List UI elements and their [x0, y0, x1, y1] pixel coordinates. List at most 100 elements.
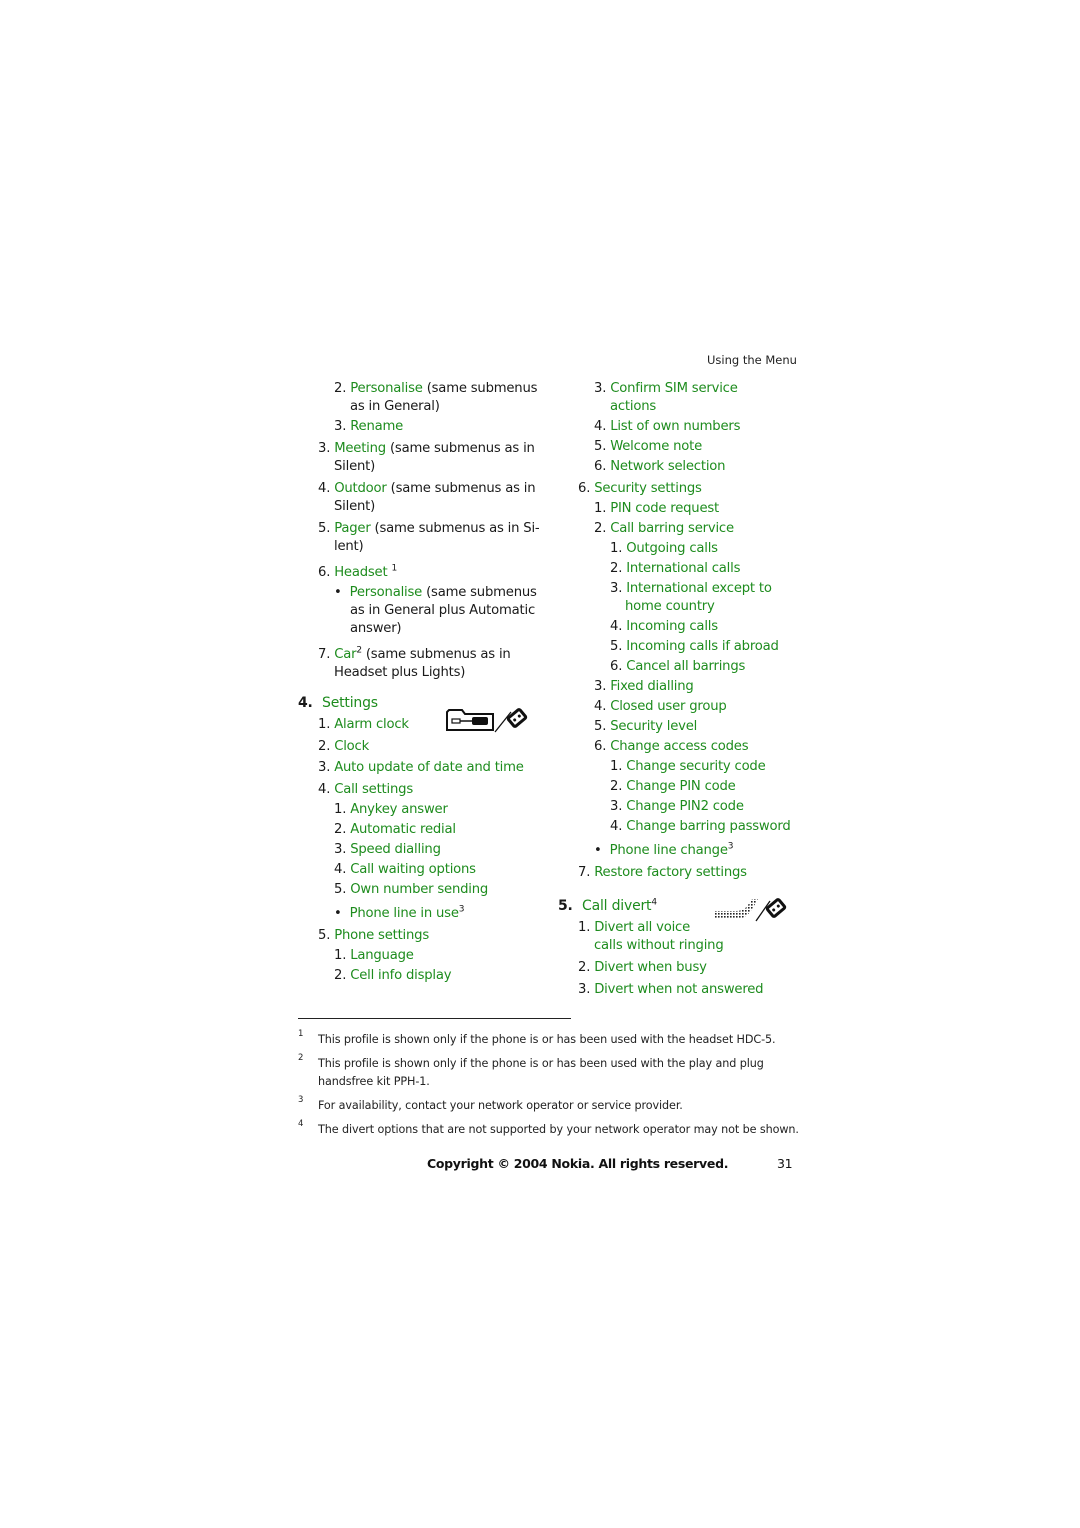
section-number: 5.: [558, 898, 573, 914]
menu-link[interactable]: Incoming calls if abroad: [626, 639, 779, 654]
section-title[interactable]: Call divert: [582, 898, 652, 914]
menu-link[interactable]: Change PIN code: [626, 779, 736, 794]
menu-link[interactable]: Call barring service: [610, 521, 734, 536]
menu-link[interactable]: Pager: [334, 521, 371, 536]
menu-link[interactable]: Welcome note: [610, 439, 702, 454]
menu-link-cont[interactable]: home country: [625, 598, 715, 616]
page-number: 31: [777, 1156, 793, 1171]
menu-link[interactable]: Auto update of date and time: [334, 760, 524, 775]
menu-item-anykey-answer: 1. Anykey answer: [334, 801, 448, 819]
menu-item-automatic-redial: 2. Automatic redial: [334, 821, 456, 839]
item-number: 3.: [594, 679, 607, 694]
menu-item-incoming-abroad: 5. Incoming calls if abroad: [610, 638, 779, 656]
menu-link[interactable]: Outdoor: [334, 481, 387, 496]
menu-link[interactable]: Anykey answer: [350, 802, 448, 817]
running-header: Using the Menu: [707, 353, 797, 367]
menu-link[interactable]: Automatic redial: [350, 822, 456, 837]
call-divert-icon: [712, 895, 790, 927]
menu-link[interactable]: Fixed dialling: [610, 679, 694, 694]
item-number: 2.: [610, 779, 623, 794]
footnote-ref[interactable]: 4: [651, 897, 657, 907]
item-number: 1.: [334, 948, 347, 963]
menu-item-headset-personalise: • Personalise (same submenus: [334, 584, 537, 602]
menu-link-cont[interactable]: calls without ringing: [594, 937, 724, 955]
menu-link[interactable]: Closed user group: [610, 699, 727, 714]
menu-link[interactable]: Language: [350, 948, 414, 963]
item-number: 2.: [334, 822, 347, 837]
menu-link[interactable]: Confirm SIM service: [610, 381, 738, 396]
menu-link[interactable]: International except to: [626, 581, 772, 596]
menu-link[interactable]: Own number sending: [350, 882, 488, 897]
item-number: 1.: [318, 717, 331, 732]
item-number: 1.: [594, 501, 607, 516]
menu-link[interactable]: Personalise: [350, 585, 423, 600]
menu-link[interactable]: Cancel all barrings: [626, 659, 745, 674]
menu-link[interactable]: Clock: [334, 739, 369, 754]
item-number: 1.: [578, 920, 591, 935]
menu-link[interactable]: Rename: [350, 419, 403, 434]
menu-link[interactable]: Change PIN2 code: [626, 799, 744, 814]
menu-item-international-calls: 2. International calls: [610, 560, 740, 578]
menu-link[interactable]: Change security code: [626, 759, 766, 774]
menu-link[interactable]: Headset: [334, 565, 387, 580]
menu-item-cancel-barrings: 6. Cancel all barrings: [610, 658, 745, 676]
item-number: 5.: [334, 882, 347, 897]
footnote-mark: 1: [298, 1029, 304, 1039]
menu-item-language: 1. Language: [334, 947, 414, 965]
menu-item-security-level: 5. Security level: [594, 718, 697, 736]
menu-link[interactable]: Phone line in use: [350, 906, 459, 921]
item-number: 5.: [318, 928, 331, 943]
item-note: (same submenus as in: [385, 441, 535, 456]
menu-link[interactable]: Security settings: [594, 481, 702, 496]
menu-link[interactable]: Divert when not answered: [594, 982, 763, 997]
section-title[interactable]: Settings: [322, 695, 378, 711]
footnote-ref[interactable]: 1: [391, 564, 397, 574]
menu-link[interactable]: Personalise: [350, 381, 423, 396]
footnote-4: The divert options that are not supporte…: [318, 1123, 799, 1136]
menu-link[interactable]: Security level: [610, 719, 697, 734]
menu-link[interactable]: Call waiting options: [350, 862, 476, 877]
menu-item-cell-info-display: 2. Cell info display: [334, 967, 452, 985]
footnote-divider: [298, 1018, 571, 1019]
menu-link[interactable]: Restore factory settings: [594, 865, 747, 880]
menu-link[interactable]: Incoming calls: [626, 619, 718, 634]
item-note: (same submenus as in: [386, 481, 536, 496]
menu-link[interactable]: Cell info display: [350, 968, 451, 983]
menu-link[interactable]: PIN code request: [610, 501, 719, 516]
menu-link[interactable]: Alarm clock: [334, 717, 409, 732]
item-number: 1.: [610, 541, 623, 556]
footnote-mark: 4: [298, 1119, 304, 1129]
menu-link[interactable]: Meeting: [334, 441, 386, 456]
item-number: 5.: [594, 439, 607, 454]
menu-link[interactable]: Divert all voice: [594, 920, 690, 935]
item-number: 4.: [594, 419, 607, 434]
menu-link-cont[interactable]: actions: [610, 398, 656, 416]
menu-item-restore-factory: 7. Restore factory settings: [578, 864, 747, 882]
menu-item-call-settings: 4. Call settings: [318, 781, 413, 799]
menu-item-pin-code-request: 1. PIN code request: [594, 500, 719, 518]
menu-link[interactable]: Phone line change: [610, 843, 728, 858]
menu-item-change-pin2-code: 3. Change PIN2 code: [610, 798, 744, 816]
footnote-2-cont: handsfree kit PPH-1.: [318, 1075, 430, 1088]
menu-item-confirm-sim: 3. Confirm SIM service: [594, 380, 738, 398]
item-number: 7.: [318, 647, 331, 662]
item-number: 2.: [594, 521, 607, 536]
bullet: •: [334, 585, 342, 600]
menu-link[interactable]: Call settings: [334, 782, 413, 797]
footnote-ref[interactable]: 3: [728, 842, 734, 852]
item-number: 5.: [594, 719, 607, 734]
menu-link[interactable]: Phone settings: [334, 928, 429, 943]
menu-link[interactable]: Speed dialling: [350, 842, 441, 857]
menu-link[interactable]: Divert when busy: [594, 960, 707, 975]
menu-link[interactable]: Change barring password: [626, 819, 791, 834]
item-number: 6.: [594, 739, 607, 754]
menu-link[interactable]: Outgoing calls: [626, 541, 718, 556]
footnote-ref[interactable]: 3: [459, 905, 465, 915]
menu-item-welcome-note: 5. Welcome note: [594, 438, 702, 456]
menu-link[interactable]: Car: [334, 647, 356, 662]
menu-link[interactable]: List of own numbers: [610, 419, 740, 434]
menu-link[interactable]: Change access codes: [610, 739, 748, 754]
item-note-cont: as in General plus Automatic: [350, 603, 536, 618]
menu-link[interactable]: International calls: [626, 561, 740, 576]
menu-link[interactable]: Network selection: [610, 459, 725, 474]
